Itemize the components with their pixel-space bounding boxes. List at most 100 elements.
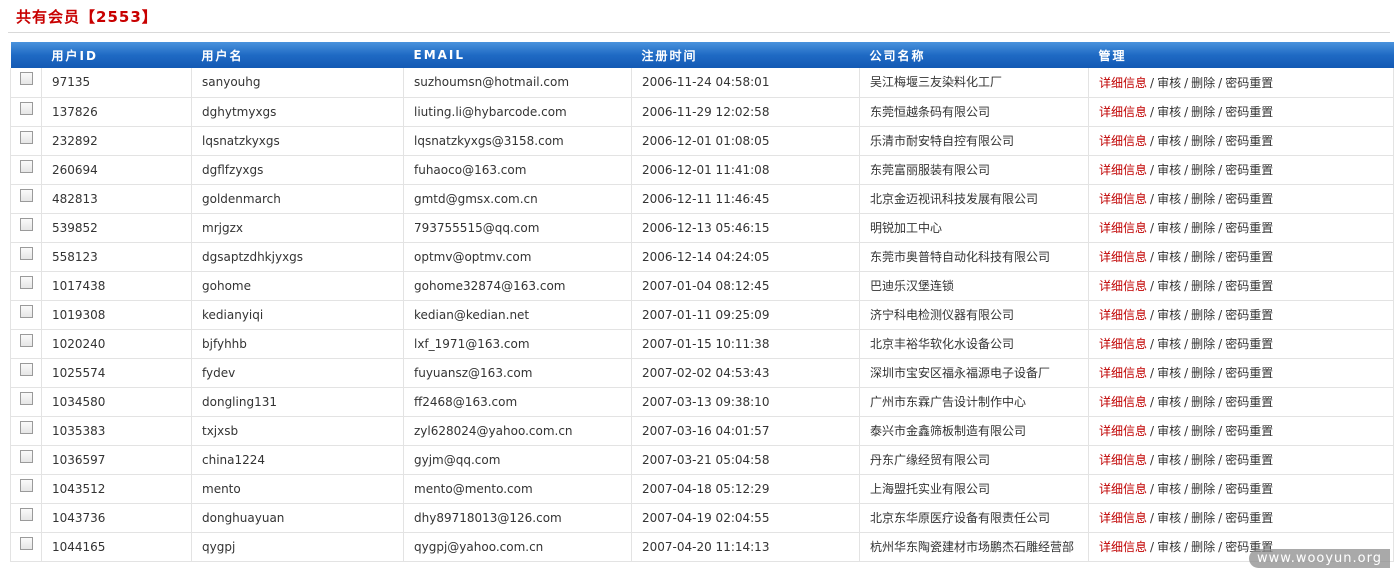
row-checkbox[interactable] — [19, 101, 33, 115]
password-reset-link[interactable]: 密码重置 — [1225, 337, 1273, 351]
row-checkbox[interactable] — [19, 130, 33, 144]
password-reset-link[interactable]: 密码重置 — [1225, 279, 1273, 293]
password-reset-link[interactable]: 密码重置 — [1225, 453, 1273, 467]
password-reset-link[interactable]: 密码重置 — [1225, 308, 1273, 322]
cell-username: mrjgzx — [191, 213, 404, 243]
row-checkbox[interactable] — [19, 391, 33, 405]
audit-link[interactable]: 审核 — [1157, 424, 1181, 438]
delete-link[interactable]: 删除 — [1191, 76, 1215, 90]
detail-link[interactable]: 详细信息 — [1099, 221, 1147, 235]
cell-username: kedianyiqi — [191, 300, 404, 330]
audit-link[interactable]: 审核 — [1157, 250, 1181, 264]
password-reset-link[interactable]: 密码重置 — [1225, 105, 1273, 119]
row-checkbox[interactable] — [19, 188, 33, 202]
audit-link[interactable]: 审核 — [1157, 540, 1181, 554]
audit-link[interactable]: 审核 — [1157, 337, 1181, 351]
delete-link[interactable]: 删除 — [1191, 366, 1215, 380]
delete-link[interactable]: 删除 — [1191, 308, 1215, 322]
row-checkbox[interactable] — [19, 275, 33, 289]
detail-link[interactable]: 详细信息 — [1099, 76, 1147, 90]
detail-link[interactable]: 详细信息 — [1099, 134, 1147, 148]
row-checkbox[interactable] — [19, 536, 33, 550]
detail-link[interactable]: 详细信息 — [1099, 540, 1147, 554]
audit-link[interactable]: 审核 — [1157, 105, 1181, 119]
action-separator: / — [1184, 511, 1189, 525]
table-row: 1043512 mento mento@mento.com 2007-04-18 05… — [10, 474, 1394, 504]
password-reset-link[interactable]: 密码重置 — [1225, 511, 1273, 525]
row-checkbox[interactable] — [19, 304, 33, 318]
delete-link[interactable]: 删除 — [1191, 134, 1215, 148]
detail-link[interactable]: 详细信息 — [1099, 511, 1147, 525]
delete-link[interactable]: 删除 — [1191, 250, 1215, 264]
delete-link[interactable]: 删除 — [1191, 221, 1215, 235]
row-checkbox[interactable] — [19, 507, 33, 521]
member-table: 用户ID 用户名 EMAIL 注册时间 公司名称 管理 97135 sanyouh… — [10, 42, 1394, 562]
cell-email: gyjm@qq.com — [403, 445, 632, 475]
delete-link[interactable]: 删除 — [1191, 511, 1215, 525]
password-reset-link[interactable]: 密码重置 — [1225, 395, 1273, 409]
row-checkbox[interactable] — [19, 159, 33, 173]
audit-link[interactable]: 审核 — [1157, 134, 1181, 148]
action-separator: / — [1218, 308, 1223, 322]
cell-email: gmtd@gmsx.com.cn — [403, 184, 632, 214]
detail-link[interactable]: 详细信息 — [1099, 395, 1147, 409]
delete-link[interactable]: 删除 — [1191, 424, 1215, 438]
password-reset-link[interactable]: 密码重置 — [1225, 366, 1273, 380]
detail-link[interactable]: 详细信息 — [1099, 192, 1147, 206]
cell-actions: 详细信息 / 审核 / 删除 / 密码重置 — [1088, 300, 1394, 330]
detail-link[interactable]: 详细信息 — [1099, 163, 1147, 177]
detail-link[interactable]: 详细信息 — [1099, 482, 1147, 496]
delete-link[interactable]: 删除 — [1191, 279, 1215, 293]
row-checkbox[interactable] — [19, 362, 33, 376]
audit-link[interactable]: 审核 — [1157, 395, 1181, 409]
detail-link[interactable]: 详细信息 — [1099, 308, 1147, 322]
password-reset-link[interactable]: 密码重置 — [1225, 250, 1273, 264]
audit-link[interactable]: 审核 — [1157, 279, 1181, 293]
delete-link[interactable]: 删除 — [1191, 105, 1215, 119]
password-reset-link[interactable]: 密码重置 — [1225, 221, 1273, 235]
password-reset-link[interactable]: 密码重置 — [1225, 163, 1273, 177]
detail-link[interactable]: 详细信息 — [1099, 424, 1147, 438]
audit-link[interactable]: 审核 — [1157, 308, 1181, 322]
detail-link[interactable]: 详细信息 — [1099, 337, 1147, 351]
audit-link[interactable]: 审核 — [1157, 366, 1181, 380]
row-checkbox[interactable] — [19, 72, 33, 85]
row-checkbox[interactable] — [19, 478, 33, 492]
audit-link[interactable]: 审核 — [1157, 192, 1181, 206]
delete-link[interactable]: 删除 — [1191, 482, 1215, 496]
audit-link[interactable]: 审核 — [1157, 482, 1181, 496]
row-checkbox[interactable] — [19, 333, 33, 347]
row-checkbox[interactable] — [19, 420, 33, 434]
row-checkbox[interactable] — [19, 449, 33, 463]
password-reset-link[interactable]: 密码重置 — [1225, 134, 1273, 148]
audit-link[interactable]: 审核 — [1157, 511, 1181, 525]
detail-link[interactable]: 详细信息 — [1099, 279, 1147, 293]
audit-link[interactable]: 审核 — [1157, 221, 1181, 235]
audit-link[interactable]: 审核 — [1157, 163, 1181, 177]
cell-username: dongling131 — [191, 387, 404, 417]
password-reset-link[interactable]: 密码重置 — [1225, 192, 1273, 206]
row-checkbox[interactable] — [19, 246, 33, 260]
delete-link[interactable]: 删除 — [1191, 337, 1215, 351]
detail-link[interactable]: 详细信息 — [1099, 366, 1147, 380]
cell-reg-time: 2007-04-18 05:12:29 — [631, 474, 860, 504]
audit-link[interactable]: 审核 — [1157, 76, 1181, 90]
detail-link[interactable]: 详细信息 — [1099, 250, 1147, 264]
delete-link[interactable]: 删除 — [1191, 192, 1215, 206]
cell-actions: 详细信息 / 审核 / 删除 / 密码重置 — [1088, 503, 1394, 533]
row-checkbox[interactable] — [19, 217, 33, 231]
audit-link[interactable]: 审核 — [1157, 453, 1181, 467]
cell-company: 丹东广缘经贸有限公司 — [859, 445, 1089, 475]
action-separator: / — [1218, 511, 1223, 525]
delete-link[interactable]: 删除 — [1191, 163, 1215, 177]
cell-company: 北京金迈视讯科技发展有限公司 — [859, 184, 1089, 214]
password-reset-link[interactable]: 密码重置 — [1225, 424, 1273, 438]
password-reset-link[interactable]: 密码重置 — [1225, 482, 1273, 496]
detail-link[interactable]: 详细信息 — [1099, 453, 1147, 467]
password-reset-link[interactable]: 密码重置 — [1225, 76, 1273, 90]
delete-link[interactable]: 删除 — [1191, 453, 1215, 467]
delete-link[interactable]: 删除 — [1191, 540, 1215, 554]
detail-link[interactable]: 详细信息 — [1099, 105, 1147, 119]
action-separator: / — [1218, 105, 1223, 119]
delete-link[interactable]: 删除 — [1191, 395, 1215, 409]
